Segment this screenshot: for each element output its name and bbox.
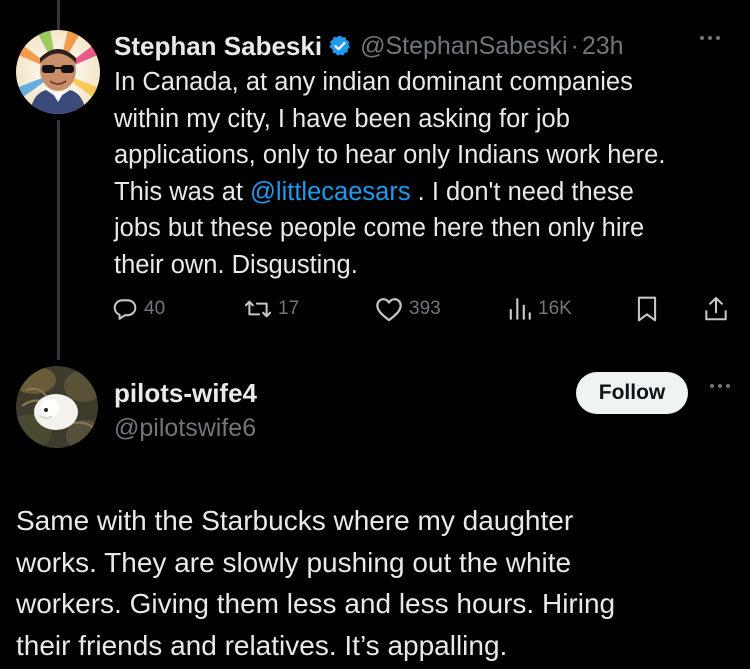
repost-count: 17: [278, 298, 300, 319]
reply-icon: [113, 299, 137, 320]
share-button[interactable]: [703, 292, 729, 326]
handle[interactable]: @StephanSabeski: [360, 32, 567, 61]
tweet-text-line: This was at @littlecaesars . I don't nee…: [114, 174, 724, 211]
like-button[interactable]: 393: [375, 292, 441, 326]
tweet-text-line: their own. Disgusting.: [114, 250, 358, 279]
verified-badge-icon: [328, 34, 352, 58]
more-icon[interactable]: [710, 384, 730, 388]
thread-connector-top: [57, 0, 60, 30]
views-icon: [509, 298, 531, 320]
bookmark-button[interactable]: [636, 292, 658, 326]
repost-button[interactable]: 17: [244, 292, 299, 326]
display-name[interactable]: pilots-wife4: [114, 378, 257, 409]
tweet-text-line: works. They are slowly pushing out the w…: [16, 546, 572, 578]
avatar[interactable]: [16, 30, 100, 114]
tweet-text: In Canada, at any indian dominant compan…: [114, 64, 724, 283]
tweet-text-line: In Canada, at any indian dominant compan…: [114, 68, 633, 96]
tweet-text-line: within my city, I have been asking for j…: [114, 104, 570, 133]
more-icon[interactable]: [700, 36, 720, 40]
share-icon: [705, 296, 727, 321]
mention-link[interactable]: @littlecaesars: [250, 178, 411, 206]
handle[interactable]: @pilotswife6: [114, 414, 256, 443]
tweet-text-line: applications, only to hear only Indians …: [114, 141, 666, 169]
thread-connector: [57, 120, 60, 360]
avatar[interactable]: [16, 366, 98, 448]
views-button[interactable]: 16K: [508, 292, 572, 326]
display-name[interactable]: Stephan Sabeski: [114, 31, 322, 62]
follow-button[interactable]: Follow: [576, 372, 688, 414]
reply-button[interactable]: 40: [112, 292, 165, 326]
tweet-text-line: workers. Giving them less and less hours…: [16, 588, 616, 619]
like-icon: [376, 298, 402, 322]
separator-dot: ·: [570, 31, 579, 60]
tweet-text-segment: . I don't need these: [410, 177, 634, 206]
tweet-text-line: their friends and relatives. It’s appall…: [16, 629, 508, 661]
avatar-image: [16, 30, 100, 114]
avatar-image: [16, 366, 98, 448]
tweet-header: Stephan Sabeski @StephanSabeski · 23h: [114, 28, 734, 64]
like-count: 393: [409, 298, 441, 319]
reply-count: 40: [144, 298, 166, 319]
bookmark-icon: [637, 296, 657, 322]
tweet-text-line: jobs but these people come here then onl…: [114, 214, 645, 242]
views-count: 16K: [538, 298, 572, 319]
tweet-text-segment: This was at: [114, 177, 251, 206]
tweet-text: Same with the Starbucks where my daughte…: [16, 500, 736, 666]
timestamp[interactable]: 23h: [582, 32, 624, 61]
tweet-text-line: Same with the Starbucks where my daughte…: [16, 505, 574, 536]
repost-icon: [244, 300, 272, 318]
